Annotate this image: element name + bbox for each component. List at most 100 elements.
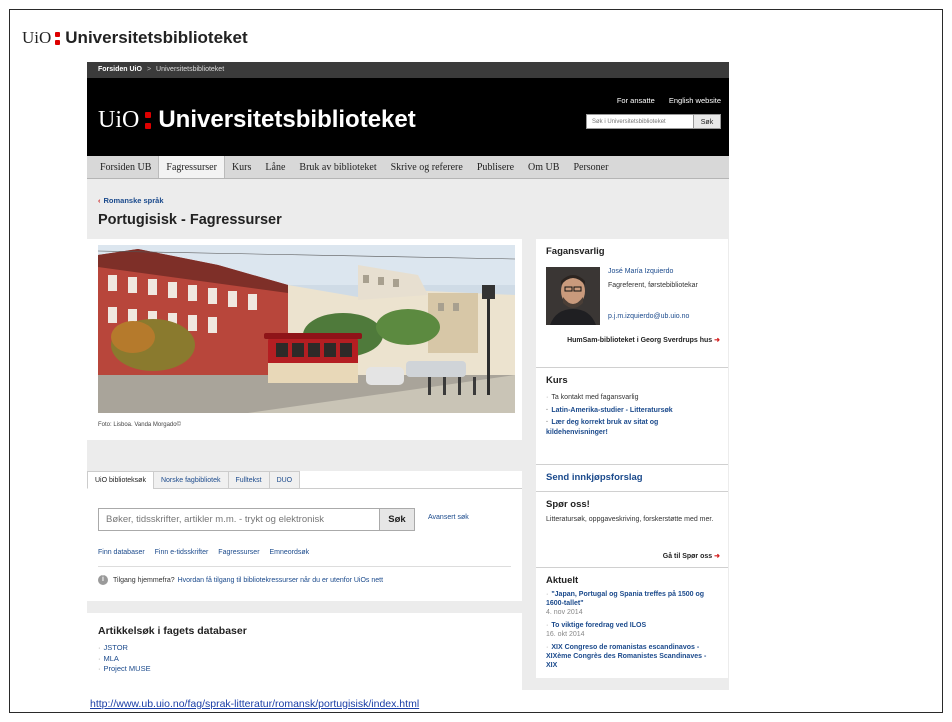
page-url-link[interactable]: http://www.ub.uio.no/fag/sprak-litteratu… bbox=[90, 698, 419, 710]
bullet-icon: · bbox=[546, 591, 549, 598]
site-header: UiO Universitetsbiblioteket For ansatte … bbox=[87, 78, 729, 156]
bullet-icon: · bbox=[546, 394, 549, 401]
fagansvarlig-title: Fagansvarlig bbox=[546, 246, 605, 257]
bullet-icon: · bbox=[546, 419, 549, 426]
site-search-button[interactable]: Søk bbox=[694, 114, 721, 129]
library-search-panel: UiO biblioteksøk Norske fagbibliotek Ful… bbox=[87, 471, 522, 601]
website-screenshot: Forsiden UiO > Universitetsbiblioteket UiO… bbox=[87, 62, 729, 690]
hero-panel: Foto: Lisboa. Vanda Morgado© bbox=[87, 239, 522, 440]
list-item[interactable]: · Latin-Amerika-studier - Litteratursøk bbox=[546, 406, 718, 416]
innkjopsforslag-link[interactable]: Send innkjøpsforslag bbox=[536, 465, 728, 483]
top-links: For ansatte English website bbox=[605, 96, 721, 105]
bullet-icon: · bbox=[98, 643, 101, 652]
database-link-mla[interactable]: MLA bbox=[104, 654, 119, 663]
tab-uio-biblioteksok[interactable]: UiO biblioteksøk bbox=[87, 471, 154, 489]
spor-oss-link[interactable]: Gå til Spør oss ➜ bbox=[663, 552, 720, 560]
list-item[interactable]: · JSTOR bbox=[98, 643, 151, 654]
list-item[interactable]: · MLA bbox=[98, 654, 151, 665]
logo-colon-icon bbox=[145, 111, 152, 129]
location-label: HumSam-biblioteket i Georg Sverdrups hus bbox=[567, 337, 713, 344]
kurs-item-text: Ta kontakt med fagansvarlig bbox=[551, 394, 639, 401]
list-item: · Ta kontakt med fagansvarlig bbox=[546, 393, 718, 403]
nav-forsiden-ub[interactable]: Forsiden UB bbox=[93, 156, 158, 178]
kurs-item-link[interactable]: Lær deg korrekt bruk av sitat og kildehe… bbox=[546, 419, 658, 436]
breadcrumb-home[interactable]: Forsiden UiO bbox=[98, 66, 142, 73]
quick-links: Finn databaser Finn e-tidsskrifter Fagre… bbox=[98, 549, 317, 556]
remote-access-question: Tilgang hjemmefra? bbox=[113, 576, 175, 584]
news-headline[interactable]: To viktige foredrag ved ILOS bbox=[551, 622, 646, 629]
spor-oss-title: Spør oss! bbox=[546, 499, 590, 510]
lisbon-tram-photo bbox=[98, 245, 515, 413]
kurs-item-link[interactable]: Latin-Amerika-studier - Litteratursøk bbox=[551, 407, 672, 414]
nav-personer[interactable]: Personer bbox=[566, 156, 615, 178]
contact-email[interactable]: p.j.m.izquierdo@ub.uio.no bbox=[608, 313, 689, 320]
library-search: Bøker, tidsskrifter, artikler m.m. - try… bbox=[98, 508, 415, 531]
news-headline[interactable]: XIX Congreso de romanistas escandinavos … bbox=[546, 644, 706, 669]
list-item[interactable]: · Lær deg korrekt bruk av sitat og kildeh… bbox=[546, 418, 718, 437]
database-list: · JSTOR · MLA · Project MUSE bbox=[98, 643, 151, 675]
bullet-icon: · bbox=[98, 653, 101, 663]
spor-oss-description: Litteratursøk, oppgaveskriving, forskers… bbox=[546, 516, 714, 523]
fagansvarlig-box: Fagansvarlig José María Izquierdo Fagref… bbox=[536, 239, 728, 368]
library-search-input[interactable]: Bøker, tidsskrifter, artikler m.m. - try… bbox=[98, 508, 380, 531]
library-search-button[interactable]: Søk bbox=[380, 508, 415, 531]
nav-bruk-av-biblioteket[interactable]: Bruk av biblioteket bbox=[292, 156, 383, 178]
tab-fulltekst[interactable]: Fulltekst bbox=[227, 471, 270, 489]
sidebar: Fagansvarlig José María Izquierdo Fagref… bbox=[536, 239, 728, 678]
database-link-project-muse[interactable]: Project MUSE bbox=[104, 664, 151, 673]
link-finn-e-tidsskrifter[interactable]: Finn e-tidsskrifter bbox=[155, 549, 209, 556]
tab-norske-fagbibliotek[interactable]: Norske fagbibliotek bbox=[152, 471, 229, 489]
link-fagressurser[interactable]: Fagressurser bbox=[218, 549, 259, 556]
link-finn-databaser[interactable]: Finn databaser bbox=[98, 549, 145, 556]
nav-publisere[interactable]: Publisere bbox=[470, 156, 521, 178]
spor-oss-link-label: Gå til Spør oss bbox=[662, 553, 713, 560]
database-link-jstor[interactable]: JSTOR bbox=[104, 643, 128, 652]
logo-uio: UiO bbox=[98, 106, 140, 133]
news-headline[interactable]: "Japan, Portugal og Spania treffes på 15… bbox=[546, 591, 704, 607]
back-link[interactable]: ‹ Romanske språk bbox=[98, 196, 164, 205]
chevron-left-icon: ‹ bbox=[98, 196, 101, 205]
nav-skrive-og-referere[interactable]: Skrive og referere bbox=[384, 156, 470, 178]
contact-name[interactable]: José María Izquierdo bbox=[608, 268, 673, 275]
bullet-icon: · bbox=[546, 406, 549, 414]
link-english-website[interactable]: English website bbox=[669, 96, 721, 105]
aktuelt-box: Aktuelt · "Japan, Portugal og Spania tref… bbox=[536, 568, 728, 678]
news-list: · "Japan, Portugal og Spania treffes på 1… bbox=[536, 586, 728, 670]
uio-colon-icon bbox=[55, 31, 61, 45]
news-date: 16. okt 2014 bbox=[546, 631, 585, 638]
remote-access-link[interactable]: Hvordan få tilgang til bibliotekressurse… bbox=[178, 577, 383, 584]
breadcrumb: Forsiden UiO > Universitetsbiblioteket bbox=[87, 62, 729, 78]
nav-kurs[interactable]: Kurs bbox=[225, 156, 258, 178]
nav-lane[interactable]: Låne bbox=[258, 156, 292, 178]
nav-om-ub[interactable]: Om UB bbox=[521, 156, 566, 178]
link-emneordsok[interactable]: Emneordsøk bbox=[269, 549, 309, 556]
remote-access-note: i Tilgang hjemmefra? Hvordan få tilgang … bbox=[98, 575, 383, 585]
slide-title-text: Universitetsbiblioteket bbox=[65, 28, 248, 47]
link-for-ansatte[interactable]: For ansatte bbox=[617, 96, 655, 105]
breadcrumb-current[interactable]: Universitetsbiblioteket bbox=[156, 66, 224, 73]
info-icon: i bbox=[98, 575, 108, 585]
kurs-list: · Ta kontakt med fagansvarlig · Latin-Amer… bbox=[536, 386, 728, 437]
page-title: Portugisisk - Fagressurser bbox=[98, 212, 282, 228]
news-date: 4. nov 2014 bbox=[546, 609, 583, 616]
list-item[interactable]: · Project MUSE bbox=[98, 664, 151, 675]
site-logo[interactable]: UiO Universitetsbiblioteket bbox=[98, 106, 416, 134]
breadcrumb-separator: > bbox=[146, 66, 152, 73]
tab-duo[interactable]: DUO bbox=[268, 471, 301, 489]
list-item[interactable]: · "Japan, Portugal og Spania treffes på 1… bbox=[546, 590, 718, 617]
spor-oss-box: Spør oss! Litteratursøk, oppgaveskriving… bbox=[536, 492, 728, 568]
location-link[interactable]: HumSam-biblioteket i Georg Sverdrups hus… bbox=[560, 336, 720, 346]
site-search-input[interactable]: Søk i Universitetsbiblioteket bbox=[586, 114, 694, 129]
arrow-right-icon: ➜ bbox=[714, 553, 720, 560]
divider bbox=[98, 566, 511, 567]
article-search-panel: Artikkelsøk i fagets databaser · JSTOR · M… bbox=[87, 613, 522, 690]
main-navigation: Forsiden UB Fagressurser Kurs Låne Bruk … bbox=[87, 156, 729, 179]
photo-caption: Foto: Lisboa. Vanda Morgado© bbox=[98, 422, 182, 428]
advanced-search-link[interactable]: Avansert søk bbox=[428, 514, 469, 521]
list-item[interactable]: · To viktige foredrag ved ILOS 16. okt 201… bbox=[546, 621, 718, 639]
slide-frame: UiO Universitetsbiblioteket Forsiden UiO… bbox=[9, 9, 943, 713]
nav-fagressurser[interactable]: Fagressurser bbox=[158, 156, 225, 178]
bullet-icon: · bbox=[546, 644, 549, 651]
logo-name: Universitetsbiblioteket bbox=[158, 106, 416, 133]
list-item[interactable]: · XIX Congreso de romanistas escandinavos… bbox=[546, 643, 718, 670]
